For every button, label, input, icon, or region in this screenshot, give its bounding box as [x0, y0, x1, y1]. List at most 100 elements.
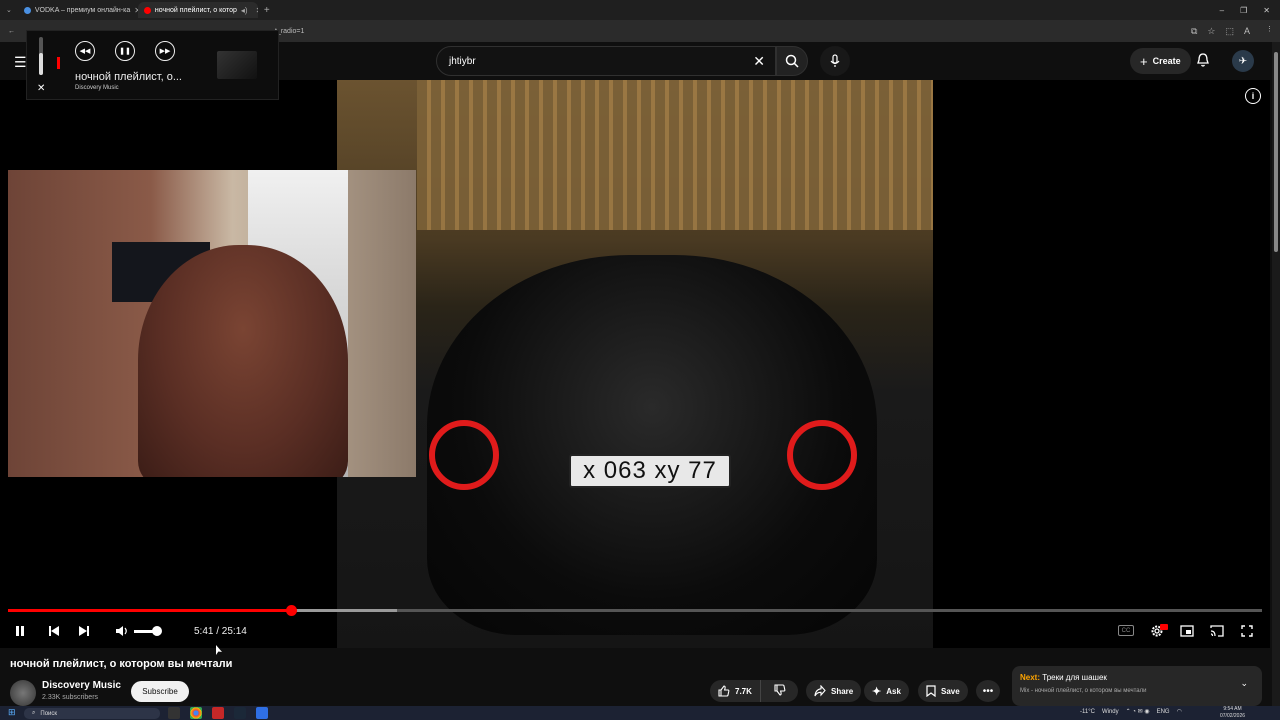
media-volume-bar[interactable] — [39, 37, 43, 75]
minimize-icon[interactable]: – — [1220, 6, 1224, 15]
scrollbar-thumb[interactable] — [1274, 52, 1278, 252]
chevron-down-icon[interactable]: ⌄ — [1240, 678, 1248, 689]
search-icon — [785, 54, 799, 68]
next-icon — [79, 626, 89, 636]
up-next-track: Треки для шашек — [1042, 673, 1107, 682]
miniplayer-button[interactable] — [1178, 623, 1196, 639]
time-display: 5:41 / 25:14 — [194, 626, 247, 637]
media-pause-button[interactable]: ❚❚ — [115, 41, 135, 61]
new-tab-button[interactable]: + — [258, 5, 276, 16]
channel-name[interactable]: Discovery Music — [42, 680, 121, 691]
voice-search-button[interactable] — [820, 46, 850, 76]
create-label: Create — [1152, 56, 1181, 66]
browser-app-icon[interactable] — [256, 707, 268, 719]
steam-icon[interactable] — [234, 707, 246, 719]
miniplayer-icon — [1180, 625, 1194, 637]
maximize-icon[interactable]: ❐ — [1240, 6, 1247, 15]
close-window-icon[interactable]: ✕ — [1263, 6, 1270, 15]
back-icon[interactable]: ← — [0, 28, 15, 35]
pause-icon — [16, 626, 24, 636]
open-in-app-icon[interactable]: ⧉ — [1191, 26, 1197, 37]
previous-icon: ◀◀ — [79, 48, 91, 55]
share-button[interactable]: Share — [806, 680, 862, 702]
language-indicator[interactable]: ENG — [1157, 709, 1170, 715]
plus-icon: + — [1140, 53, 1148, 69]
bookmark-star-icon[interactable]: ☆ — [1207, 26, 1215, 37]
account-avatar[interactable]: ✈ — [1232, 50, 1254, 72]
wifi-icon[interactable]: ◠ — [1177, 708, 1182, 715]
browser-tab-bar: ⌄ VODKA – премиум онлайн-ка ✕ ночной пле… — [0, 0, 1280, 20]
bookmark-icon — [926, 685, 936, 697]
media-artist: Discovery Music — [75, 85, 119, 91]
media-title: ночной плейлист, о... — [75, 71, 182, 83]
video-player[interactable]: х 063 ху 77 i 5:41 / 25:14 CC — [0, 80, 1270, 648]
like-dislike-group: 7.7K — [710, 680, 798, 702]
webcam-person — [138, 245, 348, 477]
profile-icon[interactable]: A — [1244, 26, 1250, 37]
progress-bar[interactable] — [8, 605, 1262, 616]
windows-start-icon[interactable]: ⊞ — [8, 707, 16, 718]
tab-favicon-icon — [23, 6, 31, 14]
progress-scrubber[interactable] — [286, 605, 298, 616]
volume-knob[interactable] — [152, 626, 162, 636]
cast-button[interactable] — [1208, 623, 1226, 639]
tab-list-icon[interactable]: ⌄ — [0, 6, 18, 14]
more-icon: ••• — [982, 685, 994, 697]
create-button[interactable]: + Create — [1130, 48, 1191, 74]
up-next-card[interactable]: Next: Треки для шашек Mix - ночной плейл… — [1012, 666, 1262, 706]
close-icon[interactable]: ✕ — [37, 83, 45, 94]
tab-audio-icon[interactable]: ◂) — [241, 6, 248, 15]
pause-button[interactable] — [12, 622, 28, 640]
tab-title: ночной плейлист, о котор — [154, 6, 237, 14]
media-next-button[interactable]: ▶▶ — [155, 41, 175, 61]
cast-icon — [1210, 625, 1224, 637]
extensions-icon[interactable]: ⬚ — [1225, 26, 1234, 37]
media-thumbnail — [217, 51, 257, 79]
app-icon[interactable] — [212, 707, 224, 719]
info-icon[interactable]: i — [1245, 88, 1261, 104]
search-button[interactable] — [776, 46, 808, 76]
channel-avatar[interactable] — [10, 680, 36, 706]
hamburger-menu-icon[interactable]: ☰ — [14, 54, 27, 71]
os-taskbar: ⊞ ⌕ Поиск -11°C Windy ⌃ ◔ ✉ ◉ ENG ◠ 9:54… — [0, 706, 1280, 720]
ask-button[interactable]: ✦ Ask — [864, 680, 909, 702]
taskbar-apps — [168, 707, 268, 719]
pause-icon: ❚❚ — [119, 48, 131, 55]
captions-icon: CC — [1121, 627, 1131, 634]
search-input[interactable]: jhtiybr ✕ — [436, 46, 776, 76]
chrome-icon[interactable] — [190, 707, 202, 719]
weather-desc: Windy — [1101, 708, 1119, 715]
tab-vodka[interactable]: VODKA – премиум онлайн-ка ✕ — [18, 2, 138, 18]
media-miniplayer: ◀◀ ❚❚ ▶▶ ночной плейлист, о... Discovery… — [26, 30, 279, 100]
subscribe-button[interactable]: Subscribe — [131, 681, 189, 702]
next-icon: ▶▶ — [159, 48, 171, 55]
previous-button[interactable] — [46, 622, 62, 640]
captions-button[interactable]: CC — [1118, 625, 1134, 636]
share-icon — [814, 685, 826, 697]
taskbar-search[interactable]: ⌕ Поиск — [24, 708, 160, 719]
clear-search-icon[interactable]: ✕ — [753, 53, 765, 70]
search-icon: ⌕ — [32, 710, 36, 716]
next-button[interactable] — [76, 622, 92, 640]
notifications-button[interactable] — [1196, 52, 1210, 73]
url-text[interactable]: t_radio=1 — [275, 28, 304, 35]
task-view-icon[interactable] — [168, 707, 180, 719]
mute-button[interactable] — [114, 622, 130, 640]
ask-label: Ask — [886, 686, 901, 696]
bell-icon — [1197, 53, 1209, 67]
media-previous-button[interactable]: ◀◀ — [75, 41, 95, 61]
up-next-subtitle: Mix - ночной плейлист, о котором вы мечт… — [1020, 688, 1147, 694]
more-actions-button[interactable]: ••• — [976, 680, 1000, 702]
dislike-button[interactable] — [766, 684, 794, 698]
webcam-overlay — [8, 170, 416, 477]
tab-youtube[interactable]: ночной плейлист, о котор ◂) ✕ — [137, 2, 258, 18]
progress-played — [8, 609, 292, 612]
like-button[interactable]: 7.7K — [710, 680, 761, 702]
fullscreen-button[interactable] — [1238, 623, 1256, 639]
taskbar-clock[interactable]: 9:54 AM 07/02/2026 — [1220, 706, 1245, 720]
browser-menu-icon[interactable]: ⋮ — [1266, 25, 1273, 33]
save-button[interactable]: Save — [918, 680, 968, 702]
page-scrollbar[interactable] — [1272, 42, 1280, 706]
tray-icons[interactable]: ⌃ ◔ ✉ ◉ — [1126, 708, 1150, 715]
like-count: 7.7K — [735, 686, 752, 696]
